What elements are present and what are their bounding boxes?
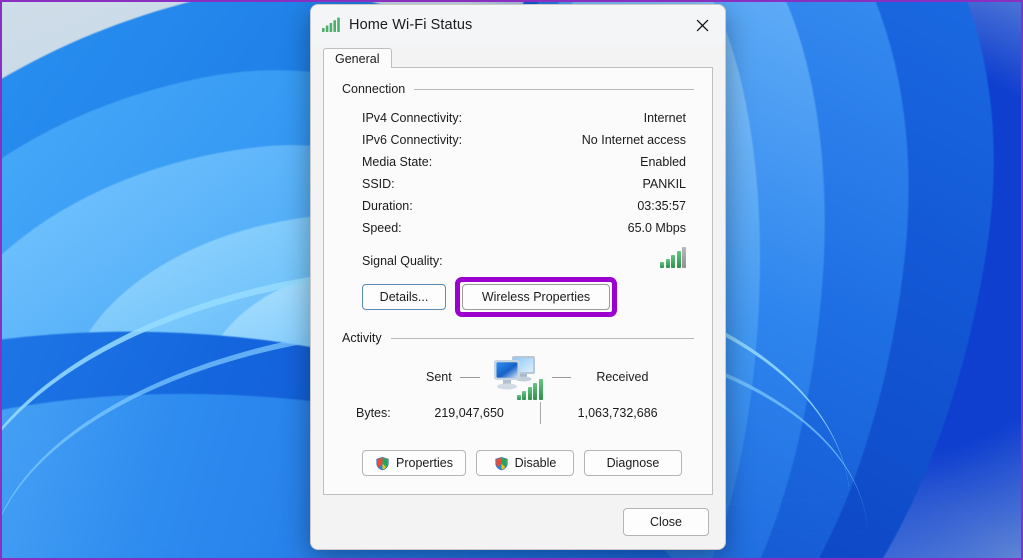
row-value: Enabled	[640, 155, 686, 169]
row-label: Media State:	[362, 155, 433, 169]
connection-group-header: Connection	[342, 82, 694, 96]
group-divider	[390, 337, 694, 339]
two-monitors-network-icon	[488, 350, 544, 400]
table-row: IPv4 Connectivity: Internet	[362, 107, 686, 129]
connector-line	[459, 376, 480, 378]
row-value: 03:35:57	[637, 199, 686, 213]
row-label: Speed:	[362, 221, 402, 235]
diagnose-button[interactable]: Diagnose	[583, 450, 682, 476]
close-icon[interactable]	[680, 5, 725, 45]
desktop: Home Wi-Fi Status General Connection IPv…	[0, 0, 1023, 560]
action-buttons-row: Properties Disable Diagnose	[342, 424, 694, 476]
activity-header-row: Sent Received	[342, 350, 694, 400]
row-value: Internet	[643, 111, 686, 125]
row-label: SSID:	[362, 177, 395, 191]
wifi-bars-icon	[322, 17, 340, 32]
properties-label: Properties	[396, 456, 453, 470]
row-label: Duration:	[362, 199, 413, 213]
wireless-properties-button[interactable]: Wireless Properties	[462, 284, 610, 310]
table-row: Media State: Enabled	[362, 151, 686, 173]
bytes-sent-value: 219,047,650	[434, 406, 504, 420]
tab-strip: General	[311, 45, 725, 68]
close-glyph	[696, 19, 709, 31]
uac-shield-icon	[376, 456, 389, 470]
row-label: IPv4 Connectivity:	[362, 111, 463, 125]
connection-group-label: Connection	[342, 82, 406, 96]
connection-details-list: IPv4 Connectivity: Internet IPv6 Connect…	[342, 101, 694, 269]
table-row: SSID: PANKIL	[362, 173, 686, 195]
row-label: Signal Quality:	[362, 254, 443, 268]
tab-general[interactable]: General	[323, 48, 393, 68]
activity-group-header: Activity	[342, 331, 694, 345]
row-value: No Internet access	[581, 133, 686, 147]
group-divider	[414, 88, 694, 90]
close-button[interactable]: Close	[623, 508, 709, 536]
activity-signal-bars-icon	[516, 378, 543, 400]
dialog-titlebar: Home Wi-Fi Status	[311, 5, 725, 45]
dialog-footer: Close	[311, 495, 725, 549]
properties-button[interactable]: Properties	[362, 450, 466, 476]
wifi-status-dialog: Home Wi-Fi Status General Connection IPv…	[310, 4, 726, 550]
row-value: PANKIL	[642, 177, 686, 191]
row-label: IPv6 Connectivity:	[362, 133, 463, 147]
signal-quality-row: Signal Quality:	[362, 239, 686, 269]
table-row: Duration: 03:35:57	[362, 195, 686, 217]
sent-label: Sent	[425, 370, 452, 384]
bytes-label: Bytes:	[356, 406, 391, 420]
table-row: IPv6 Connectivity: No Internet access	[362, 129, 686, 151]
disable-button[interactable]: Disable	[475, 450, 574, 476]
activity-section: Activity Sent Received Bytes: 219,047,65…	[342, 317, 694, 424]
connector-line	[551, 376, 572, 378]
received-label: Received	[596, 370, 649, 384]
table-row: Speed: 65.0 Mbps	[362, 217, 686, 239]
signal-bars-icon	[660, 247, 686, 268]
row-value: 65.0 Mbps	[627, 221, 686, 235]
uac-shield-icon	[495, 456, 508, 470]
wireless-properties-highlight: Wireless Properties	[455, 277, 617, 317]
general-tab-panel: Connection IPv4 Connectivity: Internet I…	[323, 67, 713, 495]
details-button[interactable]: Details...	[362, 284, 446, 310]
activity-group-label: Activity	[342, 331, 382, 345]
dialog-title: Home Wi-Fi Status	[349, 17, 473, 33]
connection-buttons-row: Details... Wireless Properties	[342, 269, 694, 317]
disable-label: Disable	[514, 456, 557, 470]
bytes-received-value: 1,063,732,686	[577, 406, 658, 420]
